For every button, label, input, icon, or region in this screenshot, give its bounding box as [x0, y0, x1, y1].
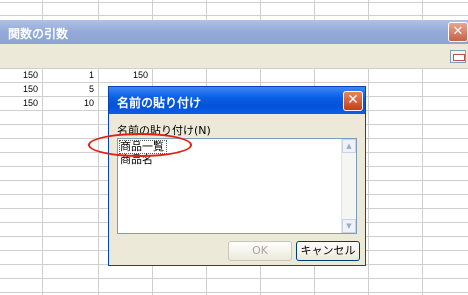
cell-a3[interactable]: 150 [0, 97, 38, 110]
name-listbox[interactable]: 商品一覧 商品名 ▲ ▼ [117, 138, 357, 234]
cell-b1[interactable]: 1 [43, 69, 94, 82]
row-divider [0, 278, 468, 279]
paste-name-list-label: 名前の貼り付け(N) [117, 124, 211, 137]
collapse-icon [453, 54, 465, 61]
cancel-button[interactable]: キャンセル [296, 241, 360, 261]
cell-a2[interactable]: 150 [0, 83, 38, 96]
row-divider [0, 2, 468, 3]
scroll-up-icon[interactable]: ▲ [342, 139, 356, 153]
row-divider [0, 15, 468, 16]
scroll-down-icon[interactable]: ▼ [342, 219, 356, 233]
cell-b3[interactable]: 10 [43, 97, 94, 110]
row-divider [0, 292, 468, 293]
function-args-title-bar[interactable]: 関数の引数 [0, 20, 468, 44]
paste-name-title: 名前の貼り付け [117, 96, 202, 110]
paste-name-dialog: 名前の貼り付け ✕ 名前の貼り付け(N) 商品一覧 商品名 ▲ ▼ OK キャン… [108, 86, 366, 266]
cell-c1[interactable]: 150 [99, 69, 148, 82]
ok-button[interactable]: OK [228, 241, 292, 261]
cell-a1[interactable]: 150 [0, 69, 38, 82]
function-args-close-button[interactable]: ✕ [448, 22, 468, 42]
collapse-dialog-button[interactable] [450, 50, 466, 63]
function-args-body [0, 44, 468, 68]
paste-name-title-bar[interactable]: 名前の貼り付け ✕ [109, 87, 365, 114]
listbox-scrollbar[interactable]: ▲ ▼ [341, 139, 356, 233]
paste-name-close-button[interactable]: ✕ [343, 91, 363, 111]
function-args-title: 関数の引数 [8, 27, 69, 41]
list-item[interactable]: 商品名 [120, 154, 153, 166]
list-item-selected[interactable]: 商品一覧 [119, 140, 167, 154]
cell-b2[interactable]: 5 [43, 83, 94, 96]
